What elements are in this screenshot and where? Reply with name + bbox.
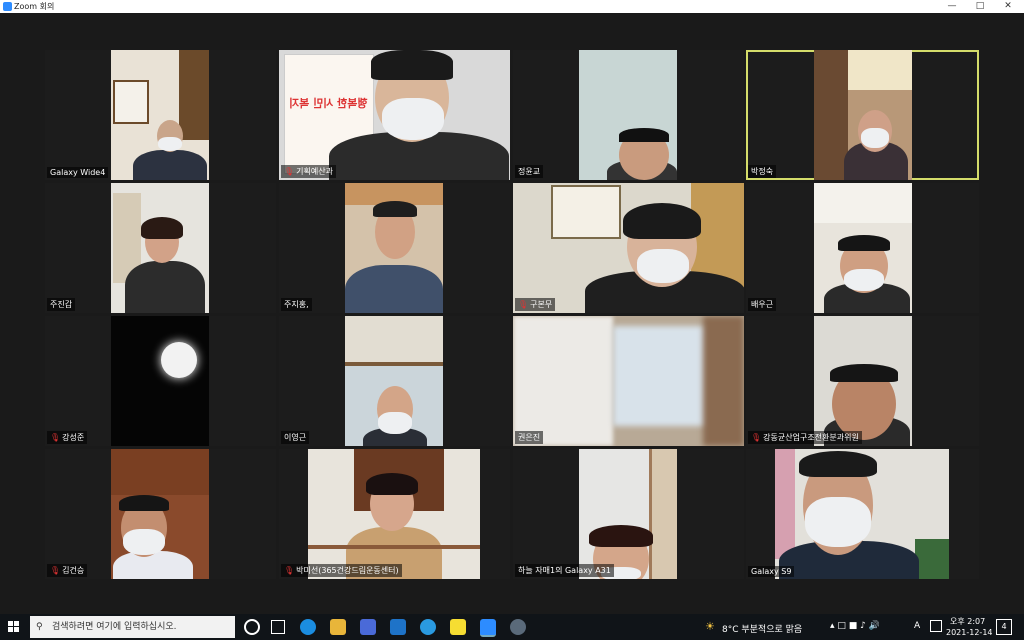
participant-tile[interactable]: Galaxy S9	[746, 449, 979, 579]
edge-icon[interactable]	[300, 619, 316, 635]
cortana-icon[interactable]	[244, 619, 260, 635]
mic-muted-icon: 🎙	[518, 300, 529, 309]
notification-center-icon[interactable]: 4	[996, 619, 1012, 635]
ie-icon[interactable]	[420, 619, 436, 635]
mic-muted-icon: 🎙	[284, 167, 295, 176]
kakaotalk-icon[interactable]	[450, 619, 466, 635]
video-feed	[775, 449, 949, 579]
participant-tile[interactable]: 🎙 강동균산업구조전환분과위원	[746, 316, 979, 446]
clock-date[interactable]: 2021-12-14	[946, 628, 993, 637]
window-title: Zoom 회의	[14, 2, 55, 11]
task-view-icon[interactable]	[271, 620, 285, 634]
store-icon[interactable]	[360, 619, 376, 635]
video-feed: 행복한 시민 복지	[279, 50, 510, 180]
taskbar-search-box[interactable]: ⚲ 검색하려면 여기에 입력하십시오.	[30, 616, 235, 638]
participant-name: 박정숙	[748, 165, 777, 178]
close-button[interactable]: ✕	[994, 0, 1022, 13]
participant-name: 🎙 강성준	[47, 431, 88, 444]
participant-name: Galaxy S9	[748, 566, 795, 577]
maximize-button[interactable]: □	[966, 0, 994, 13]
participant-name: 🎙 구본무	[515, 298, 556, 311]
video-feed	[111, 316, 209, 446]
participant-tile[interactable]: 🎙 구본무	[513, 183, 744, 313]
participant-name: 배우근	[748, 298, 777, 311]
participant-tile[interactable]: 주지홍,	[279, 183, 510, 313]
windows-taskbar: ⚲ 검색하려면 여기에 입력하십시오. ☀ 8°C 부분적으로 맑음 ▴ □ ■…	[0, 614, 1024, 640]
video-feed	[814, 183, 912, 313]
participant-name: 주지홍,	[281, 298, 312, 311]
participant-tile[interactable]: Galaxy Wide4	[45, 50, 276, 180]
participant-tile[interactable]: 행복한 시민 복지 🎙 기획예산과	[279, 50, 510, 180]
participant-tile[interactable]: 🎙 박미선(365건강드림운동센터)	[279, 449, 510, 579]
participant-name: 정윤교	[515, 165, 544, 178]
participant-name: 🎙 박미선(365건강드림운동센터)	[281, 564, 402, 577]
search-placeholder: 검색하려면 여기에 입력하십시오.	[52, 622, 177, 632]
participant-tile[interactable]: 배우근	[746, 183, 979, 313]
mic-muted-icon: 🎙	[50, 566, 61, 575]
mic-muted-icon: 🎙	[284, 566, 295, 575]
weather-text[interactable]: 8°C 부분적으로 맑음	[722, 622, 802, 635]
participant-tile[interactable]: 🎙 김건승	[45, 449, 276, 579]
file-explorer-icon[interactable]	[330, 619, 346, 635]
mic-muted-icon: 🎙	[50, 433, 61, 442]
windows-start-icon[interactable]	[8, 621, 20, 633]
video-feed	[111, 50, 209, 180]
minimize-button[interactable]: —	[938, 0, 966, 13]
video-feed	[513, 316, 744, 446]
participant-tile[interactable]: 이영근	[279, 316, 510, 446]
gallery-view: Galaxy Wide4 행복한 시민 복지 🎙 기획예산과 정윤교 박정숙 주…	[0, 13, 1024, 614]
participant-name: 🎙 기획예산과	[281, 165, 336, 178]
participant-name: 주진갑	[47, 298, 76, 311]
participant-name: 🎙 김건승	[47, 564, 88, 577]
mail-icon[interactable]	[390, 619, 406, 635]
zoom-icon[interactable]	[480, 619, 496, 637]
mic-muted-icon: 🎙	[751, 433, 762, 442]
keyboard-icon[interactable]	[930, 620, 942, 632]
video-feed	[814, 316, 912, 446]
video-feed	[345, 183, 443, 313]
ime-indicator[interactable]: A	[914, 621, 920, 631]
participant-name: 이영근	[281, 431, 310, 444]
video-feed	[579, 50, 677, 180]
participant-tile[interactable]: 정윤교	[513, 50, 744, 180]
video-feed	[814, 50, 912, 180]
video-feed	[513, 183, 744, 313]
zoom-icon	[3, 2, 12, 11]
participant-name: Galaxy Wide4	[47, 167, 109, 178]
participant-tile[interactable]: 주진갑	[45, 183, 276, 313]
participant-tile[interactable]: 🎙 강성준	[45, 316, 276, 446]
participant-name: 권은진	[515, 431, 544, 444]
video-feed	[308, 449, 480, 579]
search-icon: ⚲	[36, 622, 43, 632]
banner-text: 행복한 시민 복지	[289, 97, 368, 110]
participant-name: 🎙 강동균산업구조전환분과위원	[748, 431, 862, 444]
weather-icon: ☀	[705, 620, 715, 633]
title-bar: Zoom 회의 — □ ✕	[0, 0, 1024, 13]
participant-tile-active-speaker[interactable]: 박정숙	[746, 50, 979, 180]
tray-icons[interactable]: ▴ □ ■ ♪ 🔊	[830, 621, 880, 631]
clock-time[interactable]: 오후 2:07	[950, 616, 985, 627]
video-feed	[579, 449, 677, 579]
video-feed	[345, 316, 443, 446]
video-feed	[111, 183, 209, 313]
notification-count: 4	[1001, 622, 1007, 631]
participant-name: 하늘 자매1의 Galaxy A31	[515, 564, 614, 577]
app-icon[interactable]	[510, 619, 526, 635]
participant-tile[interactable]: 하늘 자매1의 Galaxy A31	[513, 449, 744, 579]
video-feed	[111, 449, 209, 579]
participant-tile[interactable]: 권은진	[513, 316, 744, 446]
